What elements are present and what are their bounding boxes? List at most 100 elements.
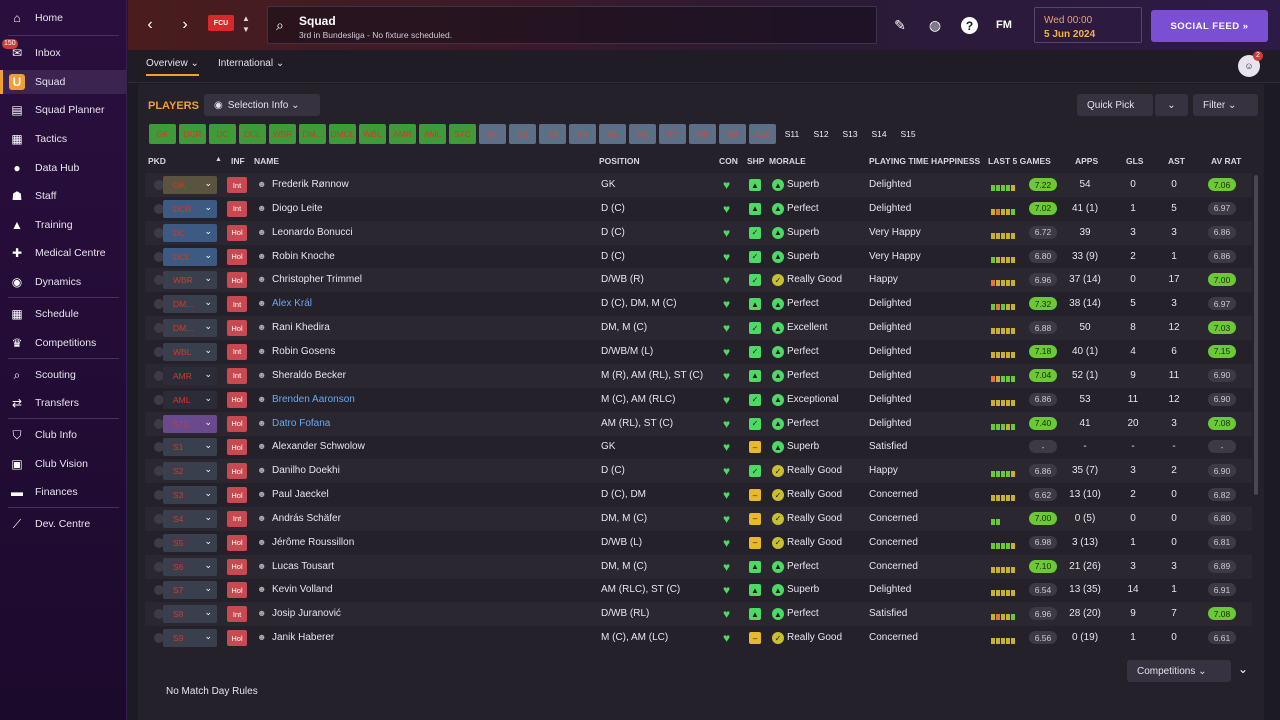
title-search-box[interactable]: ⌕ Squad 3rd in Bundesliga - No fixture s… (267, 6, 877, 44)
selection-position-dropdown[interactable]: S2 ⌄ (163, 462, 217, 481)
column-header-pkd[interactable]: PKD (148, 156, 166, 166)
selection-position-dropdown[interactable]: DCR ⌄ (163, 199, 217, 218)
quick-pick-dropdown[interactable]: ⌄ (1155, 94, 1188, 116)
info-badge[interactable]: Int (227, 367, 247, 384)
position-chip[interactable]: S6 (629, 124, 656, 144)
player-name[interactable]: Diogo Leite (272, 203, 323, 214)
club-switcher[interactable]: ▲ ▼ (240, 13, 252, 37)
info-badge[interactable]: Hol (227, 463, 247, 480)
selection-position-dropdown[interactable]: GK ⌄ (163, 176, 217, 194)
sidebar-item-club-info[interactable]: ⛉ Club Info (0, 423, 127, 447)
selection-position-dropdown[interactable]: WBL ⌄ (163, 342, 217, 361)
position-chip[interactable]: S14 (866, 124, 892, 144)
table-row[interactable]: S2 ⌄ Hol ☻ Danilho Doekhi D (C) ♥ ✓ ✓ Really Good… (145, 459, 1252, 484)
player-name[interactable]: Paul Jaeckel (272, 489, 329, 500)
position-chip[interactable]: S9 (719, 124, 746, 144)
table-row[interactable]: S3 ⌄ Hol ☻ Paul Jaeckel D (C), DM ♥ – ✓ Really Go… (145, 483, 1252, 507)
player-name[interactable]: Lucas Tousart (272, 561, 334, 572)
selection-position-dropdown[interactable]: AML ⌄ (163, 390, 217, 409)
player-name[interactable]: Josip Juranović (272, 608, 341, 619)
sidebar-item-data-hub[interactable]: ● Data Hub (0, 156, 127, 180)
player-name[interactable]: Robin Gosens (272, 346, 335, 357)
table-row[interactable]: S5 ⌄ Hol ☻ Jérôme Roussillon D/WB (L) ♥ – ✓ Reall… (145, 531, 1252, 555)
sidebar-item-dev-centre[interactable]: ⟋ Dev. Centre (0, 512, 127, 536)
selection-position-dropdown[interactable]: S4 ⌄ (163, 509, 217, 528)
player-name[interactable]: Brenden Aaronson (272, 394, 355, 405)
position-chip[interactable]: S8 (689, 124, 716, 144)
sidebar-item-dynamics[interactable]: ◉ Dynamics (0, 270, 127, 294)
table-row[interactable]: DCL ⌄ Hol ☻ Robin Knoche D (C) ♥ ✓ ▲ Superb Very H… (145, 245, 1252, 269)
selection-position-dropdown[interactable]: S6 ⌄ (163, 557, 217, 576)
info-badge[interactable]: Int (227, 606, 247, 623)
player-name[interactable]: Datro Fofana (272, 418, 330, 429)
table-row[interactable]: DCR ⌄ Int ☻ Diogo Leite D (C) ♥ ▲ ▲ Perfect Deligh… (145, 197, 1252, 221)
position-chip[interactable]: AMR (389, 124, 416, 144)
help-icon[interactable]: ? (961, 17, 978, 34)
position-chip[interactable]: S3 (539, 124, 566, 144)
player-name[interactable]: Jérôme Roussillon (272, 537, 354, 548)
quick-pick-button[interactable]: Quick Pick (1077, 94, 1153, 116)
position-chip[interactable]: STC (449, 124, 476, 144)
selection-position-dropdown[interactable]: S7 ⌄ (163, 581, 217, 600)
sidebar-item-tactics[interactable]: ▦ Tactics (0, 127, 127, 151)
table-row[interactable]: S7 ⌄ Hol ☻ Kevin Volland AM (RLC), ST (C) ♥ ▲ ▲ S… (145, 578, 1252, 602)
column-header-con[interactable]: CON (719, 156, 738, 166)
column-header-l5[interactable]: LAST 5 GAMES (988, 156, 1051, 166)
player-name[interactable]: Leonardo Bonucci (272, 227, 353, 238)
position-chip[interactable]: DM... (299, 124, 326, 144)
info-badge[interactable]: Hol (227, 391, 247, 408)
sidebar-item-finances[interactable]: ▬ Finances (0, 480, 127, 504)
fm-menu-icon[interactable]: FM (994, 15, 1014, 35)
selection-position-dropdown[interactable]: S3 ⌄ (163, 486, 217, 505)
info-badge[interactable]: Int (227, 343, 247, 360)
date-display[interactable]: Wed 00:00 5 Jun 2024 (1034, 7, 1142, 43)
sidebar-item-staff[interactable]: ☗ Staff (0, 184, 127, 208)
info-badge[interactable]: Hol (227, 224, 247, 241)
world-icon[interactable]: ◍ (925, 15, 945, 35)
back-button[interactable]: ‹ (140, 14, 160, 36)
selection-position-dropdown[interactable]: DM... ⌄ (163, 319, 217, 338)
sidebar-item-schedule[interactable]: ▦ Schedule (0, 302, 127, 326)
info-badge[interactable]: Int (227, 200, 247, 217)
player-name[interactable]: Alexander Schwolow (272, 441, 365, 452)
info-badge[interactable]: Hol (227, 439, 247, 456)
table-row[interactable]: AMR ⌄ Int ☻ Sheraldo Becker M (R), AM (RL), S… (145, 363, 1252, 388)
chevron-down-icon[interactable]: ⌄ (1238, 662, 1248, 676)
selection-position-dropdown[interactable]: S9 ⌄ (163, 629, 217, 648)
selection-info-button[interactable]: ◉ Selection Info ⌄ (204, 94, 320, 116)
position-chip[interactable]: DMCL (329, 124, 356, 144)
info-badge[interactable]: Hol (227, 320, 247, 337)
table-row[interactable]: AML ⌄ Hol ☻ Brenden Aaronson M (C), AM (RLC) ♥… (145, 388, 1252, 412)
sidebar-item-scouting[interactable]: ⌕ Scouting (0, 363, 127, 387)
position-chip[interactable]: S12 (808, 124, 834, 144)
position-chip[interactable]: DCR (179, 124, 206, 144)
table-row[interactable]: DM... ⌄ Hol ☻ Rani Khedira DM, M (C) ♥ ✓ ▲ Excell… (145, 316, 1252, 341)
tab-international[interactable]: International ⌄ (218, 58, 284, 69)
column-header-shp[interactable]: SHP (747, 156, 764, 166)
info-badge[interactable]: Hol (227, 272, 247, 289)
position-chip[interactable]: S4 (569, 124, 596, 144)
forward-button[interactable]: › (175, 14, 195, 36)
position-chip[interactable]: S2 (509, 124, 536, 144)
competitions-button[interactable]: Competitions ⌄ (1127, 660, 1231, 682)
column-header-inf[interactable]: INF (231, 156, 245, 166)
info-badge[interactable]: Hol (227, 630, 247, 647)
column-header-avrat[interactable]: AV RAT (1211, 156, 1241, 166)
table-row[interactable]: WBR ⌄ Hol ☻ Christopher Trimmel D/WB (R) ♥ ✓ ✓ Re… (145, 268, 1252, 293)
position-chip[interactable]: S5 (599, 124, 626, 144)
selection-position-dropdown[interactable]: DM... ⌄ (163, 295, 217, 314)
table-row[interactable]: GK ⌄ Int ☻ Frederik Rønnow GK ♥ ▲ ▲ Superb Delight… (145, 173, 1252, 197)
column-header-apps[interactable]: APPS (1075, 156, 1098, 166)
info-badge[interactable]: Hol (227, 487, 247, 504)
position-chip[interactable]: AML (419, 124, 446, 144)
info-badge[interactable]: Int (227, 510, 247, 527)
column-header-pth[interactable]: PLAYING TIME HAPPINESS (869, 156, 980, 166)
table-row[interactable]: DM... ⌄ Int ☻ Alex Král D (C), DM, M (C) ♥ ▲ ▲ Pe… (145, 292, 1252, 316)
tab-overview[interactable]: Overview ⌄ (146, 58, 199, 76)
column-header-morale[interactable]: MORALE (769, 156, 806, 166)
table-scrollbar[interactable] (1254, 175, 1258, 495)
player-name[interactable]: Janik Haberer (272, 632, 334, 643)
filter-button[interactable]: Filter ⌄ (1193, 94, 1258, 116)
selection-position-dropdown[interactable]: STC ⌄ (163, 414, 217, 433)
info-badge[interactable]: Hol (227, 415, 247, 432)
